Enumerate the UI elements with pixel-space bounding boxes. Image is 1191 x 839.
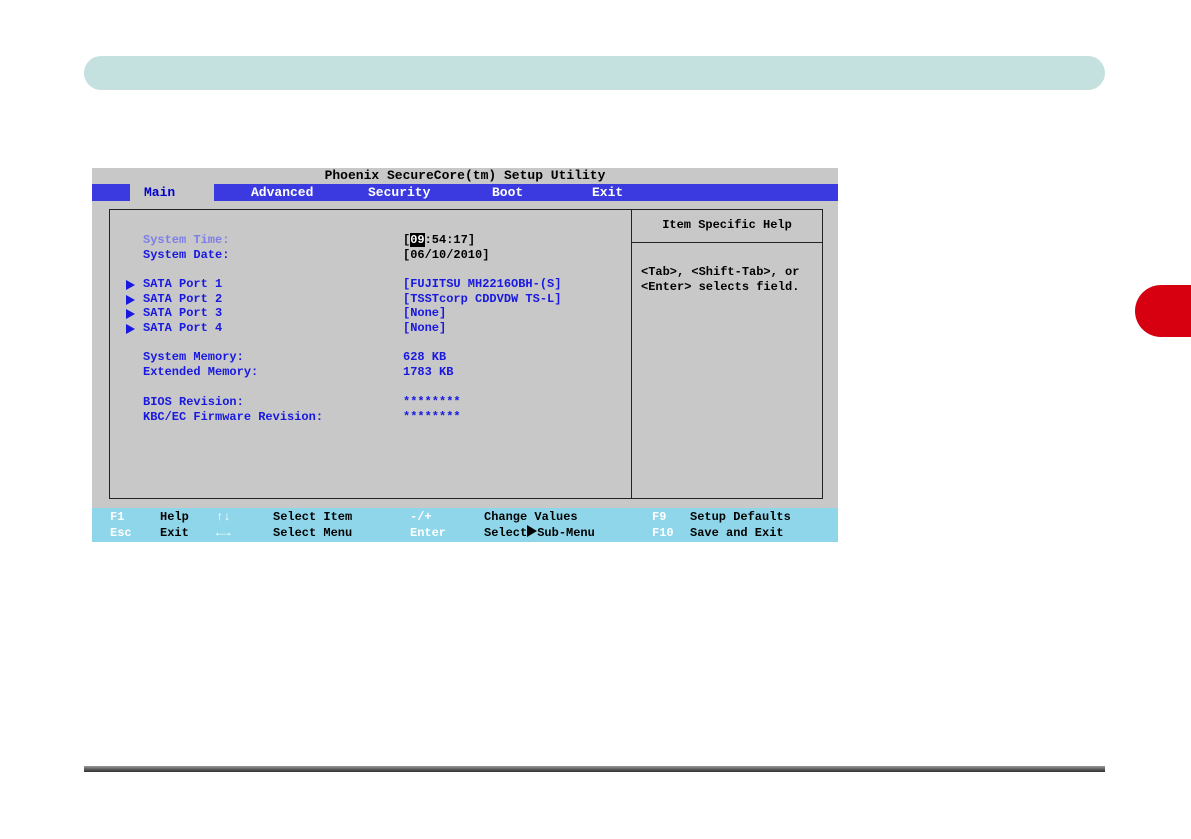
kbc-revision-label: KBC/EC Firmware Revision: <box>143 410 324 424</box>
header-band <box>84 56 1105 90</box>
sata-port-4-item[interactable]: SATA Port 4 <box>143 321 222 335</box>
key-esc: Esc <box>110 526 132 540</box>
bios-revision-label: BIOS Revision: <box>143 395 244 409</box>
key-select-menu-desc: Select Menu <box>273 526 353 540</box>
key-select-item-desc: Select Item <box>273 510 353 524</box>
submenu-arrow-icon <box>126 295 135 305</box>
system-date-field[interactable]: [06/10/2010] <box>403 248 489 262</box>
sata-port-2-item[interactable]: SATA Port 2 <box>143 292 222 306</box>
system-time-hour[interactable]: 09 <box>410 233 425 247</box>
kbc-revision-value: ******** <box>403 410 461 424</box>
extended-memory-value: 1783 KB <box>403 365 454 379</box>
sata-port-4-value: [None] <box>403 321 447 335</box>
key-enter: Enter <box>410 526 447 540</box>
help-divider <box>631 209 632 499</box>
help-title: Item Specific Help <box>632 209 822 243</box>
submenu-arrow-icon <box>126 280 135 290</box>
arrow-up-down-icon: ↑↓ <box>216 510 231 524</box>
help-line-2: <Enter> selects field. <box>641 280 800 294</box>
submenu-word: Sub-Menu <box>537 526 595 540</box>
submenu-arrow-icon <box>126 324 135 334</box>
key-change-values-desc: Change Values <box>484 510 578 524</box>
extended-memory-label: Extended Memory: <box>143 365 259 379</box>
menu-bar: Main Advanced Security Boot Exit <box>92 184 838 201</box>
menu-boot[interactable]: Boot <box>492 184 523 201</box>
key-f1-desc: Help <box>160 510 189 524</box>
system-memory-value: 628 KB <box>403 350 447 364</box>
help-line-1: <Tab>, <Shift-Tab>, or <box>641 265 800 279</box>
menu-main[interactable]: Main <box>130 184 214 201</box>
key-f10: F10 <box>652 526 674 540</box>
key-setup-defaults-desc: Setup Defaults <box>690 510 791 524</box>
menu-advanced[interactable]: Advanced <box>251 184 313 201</box>
help-text: <Tab>, <Shift-Tab>, or <Enter> selects f… <box>641 265 821 295</box>
menu-exit[interactable]: Exit <box>592 184 623 201</box>
arrow-left-right-icon: ←→ <box>216 526 231 540</box>
submenu-triangle-icon <box>527 525 538 537</box>
chapter-tab-marker <box>1135 285 1191 337</box>
system-time-rest: :54:17] <box>424 233 476 247</box>
bios-title: Phoenix SecureCore(tm) Setup Utility <box>324 168 606 183</box>
sata-port-1-item[interactable]: SATA Port 1 <box>143 277 222 291</box>
submenu-arrow-icon <box>126 309 135 319</box>
key-legend: F1 Help ↑↓ Select Item -/+ Change Values… <box>92 508 838 542</box>
system-memory-label: System Memory: <box>143 350 244 364</box>
key-save-exit-desc: Save and Exit <box>690 526 784 540</box>
key-select-submenu-desc: Select Sub-Menu <box>484 525 595 541</box>
system-time-field[interactable]: [09:54:17] <box>403 233 475 247</box>
key-f9: F9 <box>652 510 667 524</box>
menu-security[interactable]: Security <box>368 184 430 201</box>
sata-port-3-value: [None] <box>403 306 447 320</box>
bios-setup-screenshot: Phoenix SecureCore(tm) Setup Utility Mai… <box>92 168 838 542</box>
system-time-label: System Time: <box>143 233 230 247</box>
bios-revision-value: ******** <box>403 395 461 409</box>
sata-port-1-value: [FUJITSU MH2216OBH-(S] <box>403 277 562 291</box>
footer-rule <box>84 766 1105 772</box>
system-date-label: System Date: <box>143 248 230 262</box>
key-f1: F1 <box>110 510 125 524</box>
sata-port-2-value: [TSSTcorp CDDVDW TS-L] <box>403 292 562 306</box>
select-word: Select <box>484 526 528 540</box>
key-exit-desc: Exit <box>160 526 189 540</box>
sata-port-3-item[interactable]: SATA Port 3 <box>143 306 222 320</box>
key-minus-plus: -/+ <box>410 510 432 524</box>
